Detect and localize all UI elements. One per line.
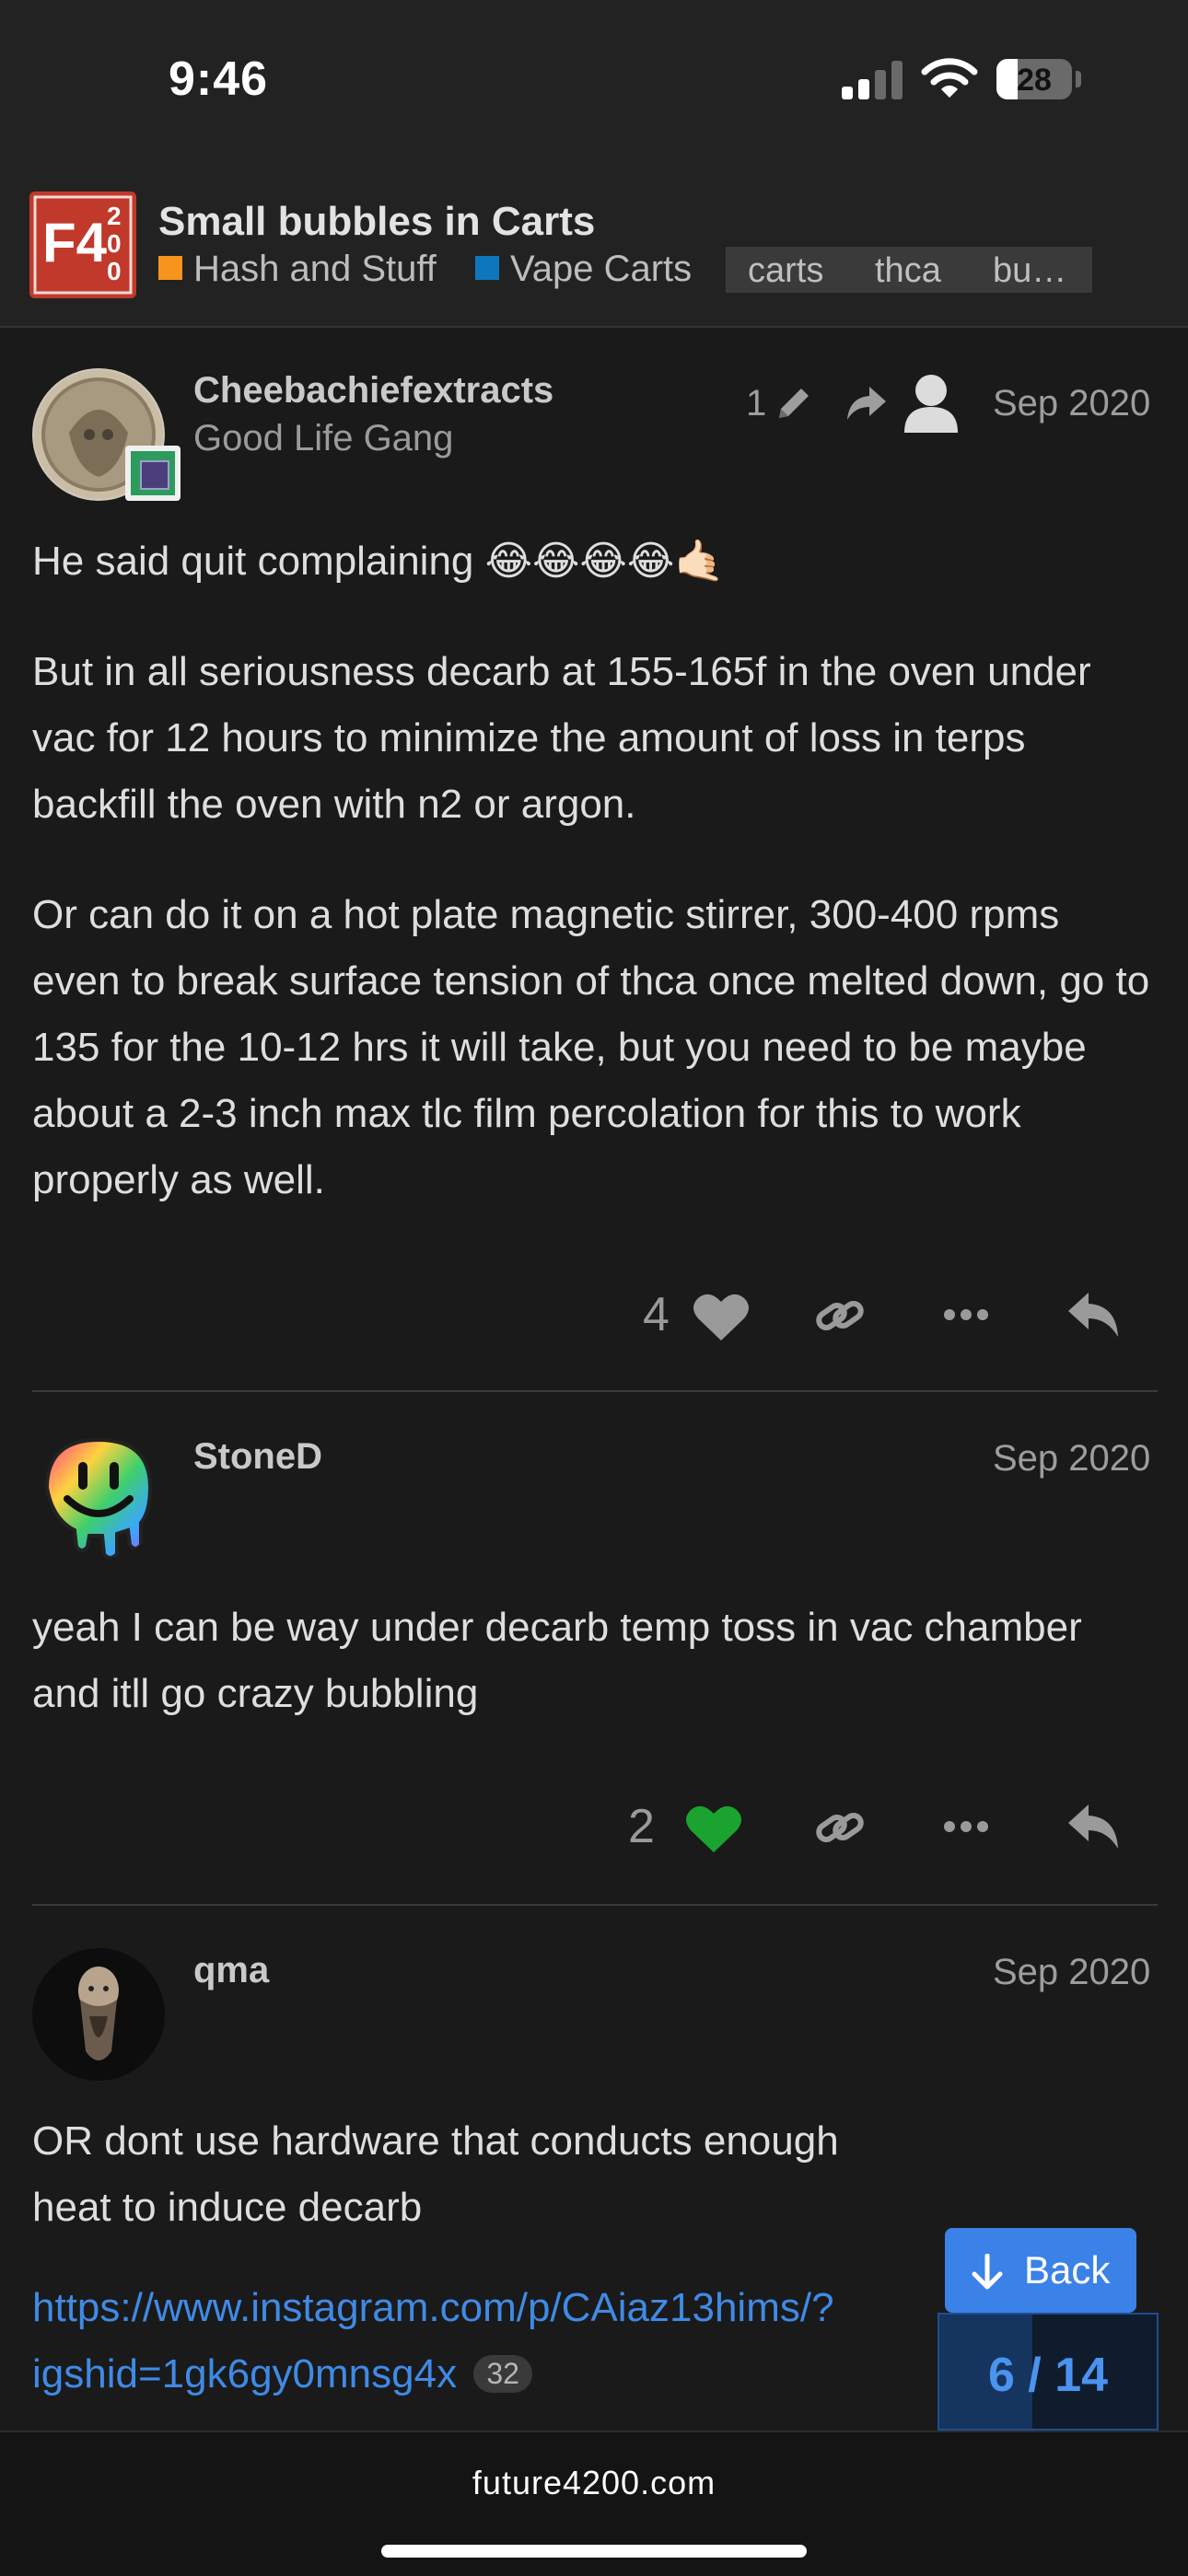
user-flair-badge xyxy=(125,446,181,501)
pencil-icon[interactable] xyxy=(772,381,816,425)
avatar[interactable] xyxy=(32,1427,165,1560)
tag-thca[interactable]: thca xyxy=(875,251,941,291)
url-domain[interactable]: future4200.com xyxy=(0,2464,1188,2502)
cellular-signal-icon xyxy=(842,61,903,99)
progress-label: 6 / 14 xyxy=(987,2349,1109,2402)
heart-icon[interactable] xyxy=(693,1291,750,1342)
topic-header: 9:46 28 F4 2 0 0 Small bubbles in Carts … xyxy=(0,0,1188,328)
melting-smiley-avatar-icon xyxy=(44,1437,153,1560)
tag-list: carts thca bu… xyxy=(726,247,1092,293)
category-vape-carts[interactable]: Vape Carts xyxy=(475,249,692,290)
svg-text:0: 0 xyxy=(107,229,122,258)
topic-title[interactable]: Small bubbles in Carts xyxy=(158,199,595,245)
username[interactable]: StoneD xyxy=(193,1436,322,1478)
username[interactable]: qma xyxy=(193,1950,269,1991)
reply-arrow-icon[interactable] xyxy=(845,385,888,424)
browser-footer: future4200.com xyxy=(0,2431,1188,2576)
post-paragraph: yeah I can be way under decarb temp toss… xyxy=(32,1605,1082,1716)
instagram-link-line-2[interactable]: igshid=1gk6gy0mnsg4x 32 xyxy=(32,2351,532,2397)
like-count[interactable]: 2 xyxy=(628,1799,655,1854)
home-indicator[interactable] xyxy=(381,2545,807,2558)
post-paragraph: Or can do it on a hot plate magnetic sti… xyxy=(32,892,1150,1202)
future4200-logo-icon: F4 2 0 0 xyxy=(29,191,136,298)
reply-icon[interactable] xyxy=(1066,1291,1120,1339)
like-count[interactable]: 4 xyxy=(643,1287,670,1342)
link-click-count: 32 xyxy=(473,2355,532,2393)
battery-indicator: 28 xyxy=(996,59,1072,99)
post-paragraph: He said quit complaining 😂😂😂😂🤙🏻 xyxy=(32,539,726,584)
post-date[interactable]: Sep 2020 xyxy=(993,1438,1150,1479)
timeline-progress[interactable]: 6 / 14 xyxy=(938,2313,1159,2431)
link-icon[interactable] xyxy=(814,1293,866,1339)
arrow-down-icon xyxy=(972,2254,1003,2290)
svg-text:2: 2 xyxy=(107,202,122,230)
user-title: Good Life Gang xyxy=(193,418,454,458)
category-color-swatch xyxy=(158,256,182,280)
category-color-swatch xyxy=(475,256,499,280)
post-divider xyxy=(32,1390,1158,1392)
post-paragraph: OR dont use hardware that conducts enoug… xyxy=(32,2118,839,2230)
bearded-figure-avatar-icon xyxy=(32,1948,165,2081)
username[interactable]: Cheebachiefextracts xyxy=(193,370,553,412)
tag-more[interactable]: bu… xyxy=(993,251,1066,291)
edit-count[interactable]: 1 xyxy=(746,383,766,424)
svg-text:0: 0 xyxy=(107,257,122,285)
tag-carts[interactable]: carts xyxy=(748,251,823,291)
status-time: 9:46 xyxy=(169,52,269,106)
link-icon[interactable] xyxy=(814,1804,866,1851)
post-date[interactable]: Sep 2020 xyxy=(993,383,1150,424)
user-icon[interactable] xyxy=(899,370,963,435)
more-icon[interactable] xyxy=(943,1819,989,1834)
heart-icon[interactable] xyxy=(685,1803,742,1854)
post-paragraph: But in all seriousness decarb at 155-165… xyxy=(32,649,1091,827)
post-date[interactable]: Sep 2020 xyxy=(993,1952,1150,1993)
reply-icon[interactable] xyxy=(1066,1803,1120,1851)
category-hash-and-stuff[interactable]: Hash and Stuff xyxy=(158,249,437,290)
more-icon[interactable] xyxy=(943,1307,989,1322)
wifi-icon xyxy=(921,58,978,98)
svg-text:F4: F4 xyxy=(42,212,108,273)
avatar[interactable] xyxy=(32,1948,165,2081)
back-button[interactable]: Back xyxy=(945,2228,1136,2313)
post-divider xyxy=(32,1904,1158,1906)
site-logo[interactable]: F4 2 0 0 xyxy=(29,191,136,298)
instagram-link-line-1[interactable]: https://www.instagram.com/p/CAiaz13hims/… xyxy=(32,2285,834,2331)
